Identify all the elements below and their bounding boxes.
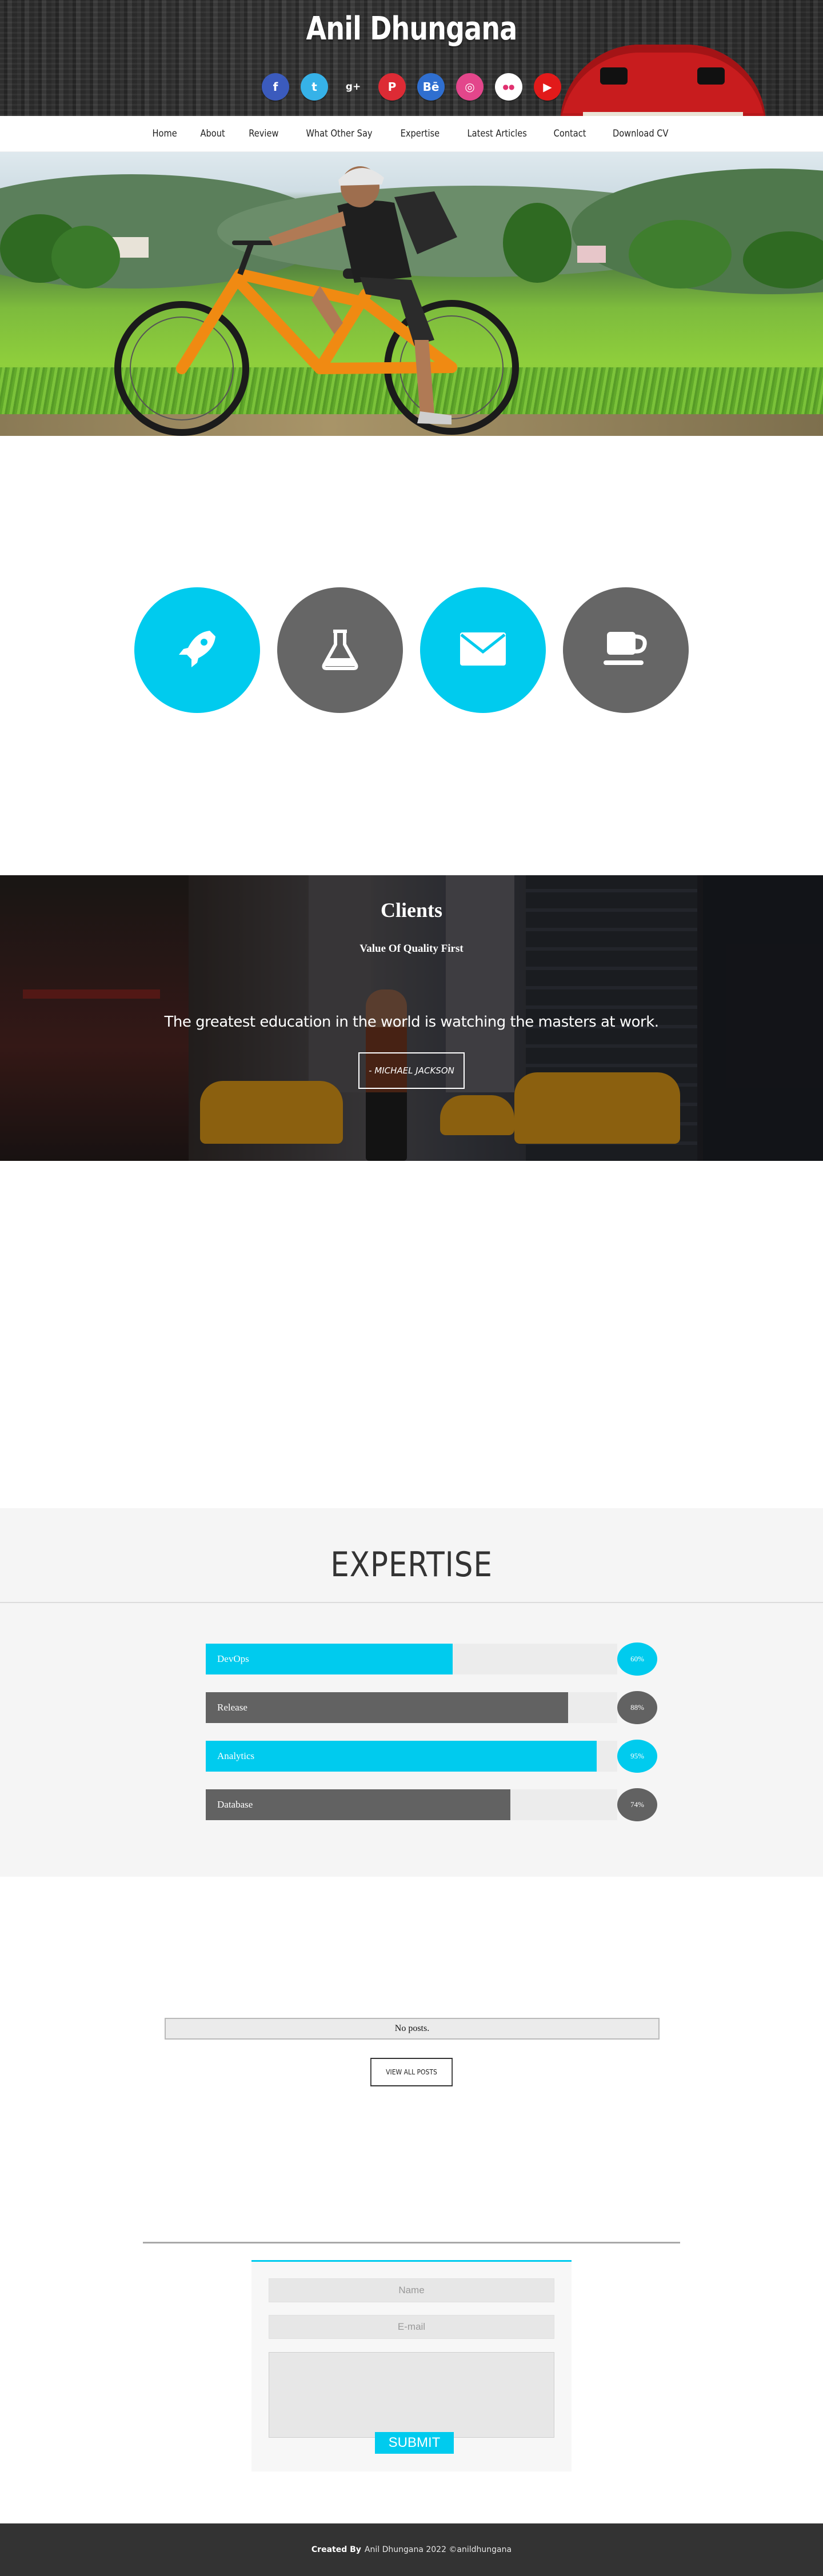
nav-latest-articles[interactable]: Latest Articles: [467, 128, 526, 139]
facebook-icon[interactable]: f: [262, 73, 289, 101]
nav-expertise[interactable]: Expertise: [400, 128, 440, 139]
feature-circle-rocket: [134, 587, 260, 713]
clients-subtitle: Value Of Quality First: [359, 943, 464, 955]
view-all-posts-button[interactable]: VIEW ALL POSTS: [370, 2058, 453, 2086]
skill-percent-badge: 60%: [617, 1642, 657, 1676]
social-links: f t g+ P Bē ◎ ●● ▶: [0, 73, 823, 101]
cyclist-figure: [114, 166, 519, 436]
footer-credit: Anil Dhungana 2022 ©anildhungana: [364, 2545, 512, 2554]
rocket-icon: [174, 626, 220, 675]
coffee-icon: [600, 626, 652, 675]
skill-label: Database: [217, 1799, 253, 1810]
testimonial-author: - MICHAEL JACKSON: [358, 1052, 465, 1089]
nav-download-cv[interactable]: Download CV: [613, 128, 669, 139]
skill-percent-badge: 74%: [617, 1788, 657, 1821]
footer-created-by: Created By: [311, 2545, 361, 2554]
nav-about[interactable]: About: [200, 128, 225, 139]
feature-circles: [0, 587, 823, 714]
email-field[interactable]: E-mail: [269, 2315, 554, 2339]
skill-bar-database: Database 74%: [206, 1788, 657, 1821]
section-divider: [143, 2242, 680, 2244]
expertise-title: EXPERTISE: [330, 1545, 493, 1585]
site-footer: Created By Anil Dhungana 2022 ©anildhung…: [0, 2523, 823, 2576]
skill-bar-analytics: Analytics 95%: [206, 1740, 657, 1773]
skill-label: Release: [217, 1702, 247, 1713]
posts-empty-message: No posts.: [165, 2018, 660, 2040]
google-plus-icon[interactable]: g+: [339, 73, 367, 101]
expertise-divider: [0, 1602, 823, 1603]
pinterest-icon[interactable]: P: [378, 73, 406, 101]
site-title: Anil Dhungana: [306, 10, 518, 47]
skill-fill: [206, 1692, 568, 1723]
nav-what-other-say[interactable]: What Other Say: [306, 128, 372, 139]
main-nav: Home About Review What Other Say Expertise La…: [0, 116, 823, 151]
name-field[interactable]: Name: [269, 2278, 554, 2302]
dribbble-icon[interactable]: ◎: [456, 73, 484, 101]
expertise-section: EXPERTISE DevOps 60% Release 88% Analytics 95…: [0, 1508, 823, 1877]
skill-bar-devops: DevOps 60%: [206, 1642, 657, 1676]
nav-contact[interactable]: Contact: [553, 128, 586, 139]
skill-label: Analytics: [217, 1750, 255, 1761]
nav-review[interactable]: Review: [249, 128, 278, 139]
feature-circle-flask: [277, 587, 403, 713]
behance-icon[interactable]: Bē: [417, 73, 445, 101]
nav-home[interactable]: Home: [152, 128, 177, 139]
skill-percent-badge: 95%: [617, 1740, 657, 1773]
twitter-icon[interactable]: t: [301, 73, 328, 101]
skill-bar-release: Release 88%: [206, 1691, 657, 1724]
hero-image: [0, 151, 823, 436]
skill-fill: [206, 1741, 597, 1772]
youtube-icon[interactable]: ▶: [534, 73, 561, 101]
clients-title: Clients: [381, 899, 442, 922]
envelope-icon: [459, 629, 507, 672]
flask-icon: [317, 626, 363, 675]
site-header: Anil Dhungana f t g+ P Bē ◎ ●● ▶: [0, 0, 823, 116]
flickr-icon[interactable]: ●●: [495, 73, 522, 101]
feature-circle-envelope: [420, 587, 546, 713]
skill-label: DevOps: [217, 1653, 249, 1664]
clients-section: Clients Value Of Quality First The great…: [0, 875, 823, 1161]
testimonial-quote: The greatest education in the world is w…: [164, 1013, 659, 1031]
submit-button[interactable]: SUBMIT: [375, 2432, 454, 2454]
skill-percent-badge: 88%: [617, 1691, 657, 1724]
feature-circle-coffee: [563, 587, 689, 713]
message-textarea[interactable]: [269, 2352, 554, 2438]
contact-form: Name E-mail SUBMIT: [251, 2260, 572, 2471]
